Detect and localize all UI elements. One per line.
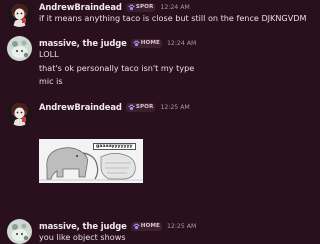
username[interactable]: massive, the judge bbox=[39, 38, 127, 48]
paw-icon bbox=[128, 103, 135, 111]
username[interactable]: massive, the judge bbox=[39, 221, 127, 231]
guild-tag[interactable]: SPOR bbox=[125, 2, 156, 12]
image-attachment[interactable]: gaaaayyyyyyy bbox=[39, 139, 143, 183]
guild-tag-label: HOME bbox=[140, 40, 160, 46]
timestamp: 12:24 AM bbox=[166, 39, 197, 47]
timestamp: 12:25 AM bbox=[160, 103, 190, 111]
guild-tag[interactable]: HOME bbox=[130, 38, 162, 48]
message-header: AndrewBraindead SPOR 12:25 AM bbox=[39, 101, 190, 113]
avatar[interactable] bbox=[7, 101, 32, 126]
message-text: LOLL bbox=[39, 49, 59, 59]
avatar[interactable] bbox=[7, 219, 32, 244]
message-text: that's ok personally taco isn't my type bbox=[39, 63, 195, 73]
timestamp: 12:24 AM bbox=[160, 3, 190, 11]
timestamp: 12:25 AM bbox=[166, 222, 197, 230]
guild-tag[interactable]: HOME bbox=[130, 221, 162, 231]
message-text: if it means anything taco is close but s… bbox=[39, 13, 307, 23]
avatar[interactable] bbox=[7, 2, 32, 27]
guild-tag[interactable]: SPOR bbox=[125, 102, 156, 112]
meme-caption: gaaaayyyyyyy bbox=[93, 143, 136, 150]
paw-icon bbox=[133, 39, 140, 47]
paw-icon bbox=[128, 3, 135, 11]
guild-tag-label: SPOR bbox=[135, 104, 154, 110]
chat-message-list: AndrewBraindead SPOR 12:24 AM if it mean… bbox=[0, 0, 306, 244]
message-text: you like object shows bbox=[39, 232, 126, 242]
username[interactable]: AndrewBraindead bbox=[39, 102, 122, 112]
avatar[interactable] bbox=[7, 36, 32, 61]
paw-icon bbox=[133, 222, 140, 230]
username[interactable]: AndrewBraindead bbox=[39, 2, 122, 12]
message-header: massive, the judge HOME 12:24 AM bbox=[39, 37, 196, 49]
guild-tag-label: HOME bbox=[140, 223, 160, 229]
guild-tag-label: SPOR bbox=[135, 4, 154, 10]
message-text: mic is bbox=[39, 76, 63, 86]
